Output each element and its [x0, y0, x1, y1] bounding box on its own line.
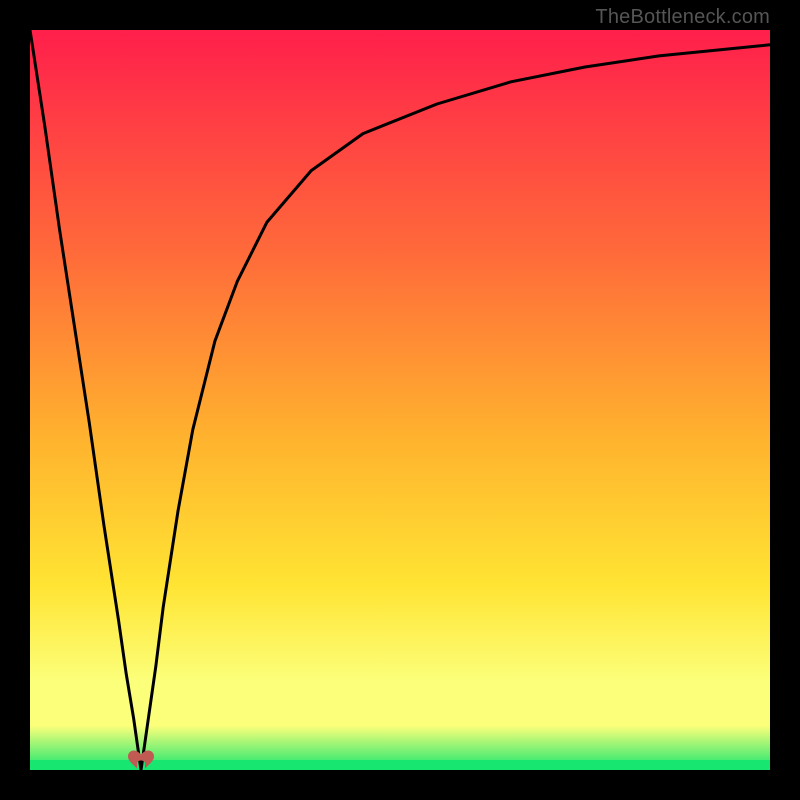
optimum-marker-heart-icon: [127, 748, 155, 777]
plot-area: [30, 30, 770, 770]
watermark-text: TheBottleneck.com: [595, 6, 770, 29]
bottleneck-curve: [30, 30, 770, 770]
